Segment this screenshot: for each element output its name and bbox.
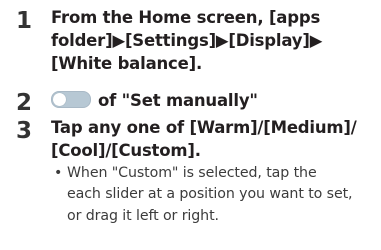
bullet-icon: • <box>54 165 63 181</box>
step-text: From the Home screen, [apps folder]▶[Set… <box>51 6 322 75</box>
step-text-line: From the Home screen, [apps <box>51 8 321 27</box>
step-text-line: Tap any one of [Warm]/[Medium]/ <box>51 118 357 137</box>
note-line: When "Custom" is selected, tap the <box>67 165 317 181</box>
instruction-document: 1 From the Home screen, [apps folder]▶[S… <box>0 0 381 250</box>
step-text-line: [Cool]/[Custom]. <box>51 141 201 160</box>
step-text: of "Set manually" <box>51 89 258 112</box>
step-text-line: [White balance]. <box>51 54 203 73</box>
step-text: Tap any one of [Warm]/[Medium]/ [Cool]/[… <box>51 116 357 162</box>
step-number: 3 <box>16 118 33 144</box>
step-note: When "Custom" is selected, tap the each … <box>67 163 353 227</box>
step-text-line: folder]▶[Settings]▶[Display]▶ <box>51 31 323 50</box>
step-number: 1 <box>16 8 33 34</box>
toggle-knob <box>53 93 66 106</box>
toggle-switch-icon <box>51 91 91 108</box>
step-text-line: of "Set manually" <box>98 91 258 110</box>
note-line: each slider at a position you want to se… <box>67 186 353 203</box>
step-number: 2 <box>16 90 33 116</box>
note-line: or drag it left or right. <box>67 207 219 224</box>
